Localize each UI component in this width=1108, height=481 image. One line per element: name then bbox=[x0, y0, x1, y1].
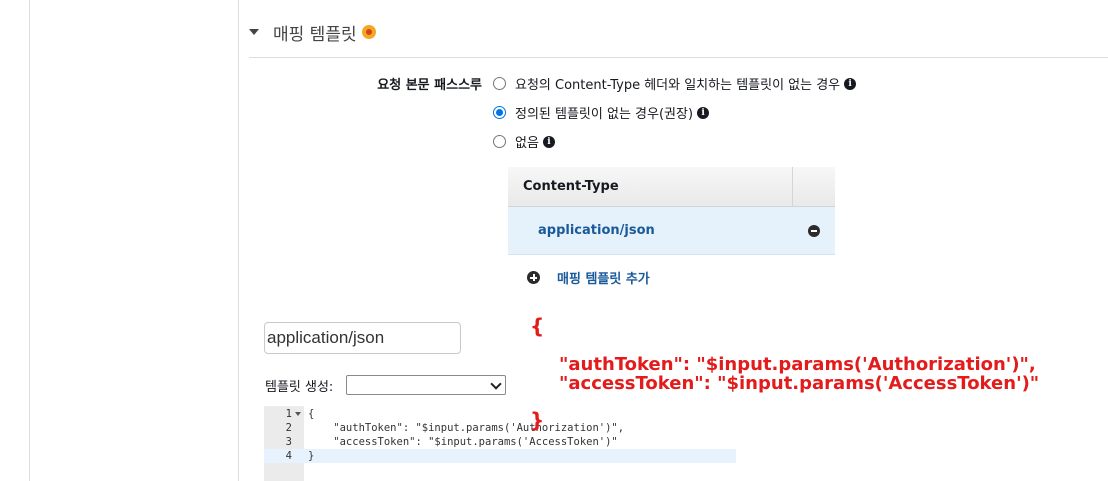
passthrough-option-when-no-match[interactable]: 요청의 Content-Type 헤더와 일치하는 템플릿이 없는 경우 i bbox=[493, 74, 857, 93]
add-mapping-template-label[interactable]: 매핑 템플릿 추가 bbox=[557, 268, 650, 287]
fold-arrow-icon[interactable] bbox=[295, 412, 301, 416]
content-type-table: Content-Type application/json bbox=[508, 167, 835, 255]
passthrough-label: 요청 본문 패스스루 bbox=[377, 78, 482, 93]
generate-template-label: 템플릿 생성: bbox=[265, 380, 334, 395]
info-icon[interactable]: i bbox=[844, 77, 857, 90]
code-line[interactable]: { bbox=[308, 407, 314, 421]
content-type-input[interactable]: application/json bbox=[264, 322, 461, 354]
content-type-link[interactable]: application/json bbox=[508, 223, 808, 238]
mapping-template-section-header[interactable]: 매핑 템플릿 bbox=[249, 18, 376, 46]
left-panel-border bbox=[29, 0, 30, 481]
info-icon[interactable]: i bbox=[542, 135, 555, 148]
line-number: 2 bbox=[285, 422, 292, 434]
line-number: 3 bbox=[285, 436, 292, 448]
add-mapping-template-button[interactable]: 매핑 템플릿 추가 bbox=[527, 268, 650, 287]
chevron-down-icon[interactable] bbox=[490, 378, 502, 390]
radio-label: 없음 bbox=[515, 136, 539, 151]
help-icon[interactable] bbox=[361, 25, 376, 39]
annotation-open-brace: { bbox=[530, 314, 545, 338]
radio-label: 정의된 템플릿이 없는 경우(권장) bbox=[515, 107, 694, 122]
code-line[interactable]: } bbox=[308, 449, 314, 463]
info-icon[interactable]: i bbox=[697, 106, 710, 119]
line-number: 1 bbox=[264, 407, 304, 421]
remove-icon[interactable] bbox=[808, 224, 820, 237]
radio-button[interactable] bbox=[493, 77, 506, 90]
annotation-close-brace: } bbox=[530, 408, 545, 432]
code-line[interactable]: "authToken": "$input.params('Authorizati… bbox=[308, 421, 624, 435]
generate-template-select[interactable] bbox=[346, 375, 506, 395]
section-divider bbox=[249, 57, 1108, 58]
caret-down-icon[interactable] bbox=[249, 29, 259, 35]
passthrough-option-when-no-templates[interactable]: 정의된 템플릿이 없는 경우(권장) i bbox=[493, 103, 710, 122]
plus-icon[interactable] bbox=[527, 271, 540, 284]
table-header-action-column bbox=[792, 167, 835, 206]
annotation-line-2: "accessToken": "$input.params('AccessTok… bbox=[559, 373, 1040, 394]
content-border bbox=[238, 0, 239, 481]
active-line-highlight bbox=[264, 449, 736, 463]
passthrough-option-never[interactable]: 없음 i bbox=[493, 132, 555, 151]
section-title: 매핑 템플릿 bbox=[273, 24, 357, 45]
table-row[interactable]: application/json bbox=[508, 207, 835, 255]
radio-button-checked[interactable] bbox=[493, 106, 506, 119]
code-line[interactable]: "accessToken": "$input.params('AccessTok… bbox=[308, 435, 617, 449]
annotation-line-1: "authToken": "$input.params('Authorizati… bbox=[559, 354, 1036, 375]
table-header: Content-Type bbox=[508, 167, 835, 207]
radio-label: 요청의 Content-Type 헤더와 일치하는 템플릿이 없는 경우 bbox=[515, 78, 841, 93]
template-code-editor[interactable]: 1 2 3 4 { "authToken": "$input.params('A… bbox=[264, 406, 736, 481]
radio-button[interactable] bbox=[493, 135, 506, 148]
content-type-header: Content-Type bbox=[523, 179, 619, 194]
line-number: 4 bbox=[285, 450, 292, 462]
